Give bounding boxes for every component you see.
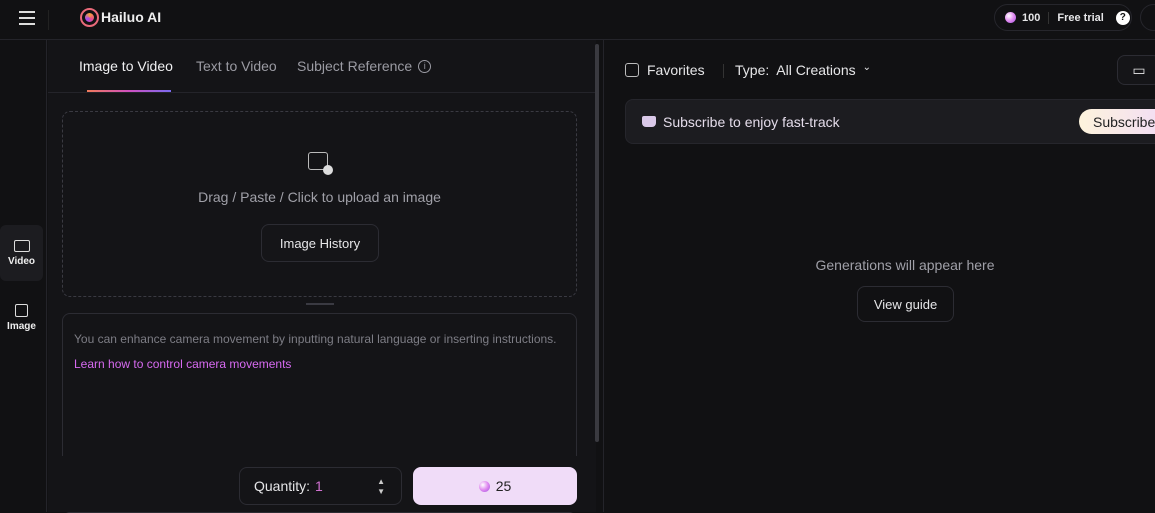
divider xyxy=(723,64,724,78)
rail-item-label: Image xyxy=(7,321,36,332)
quantity-stepper[interactable]: Quantity: 1 ▲ ▼ xyxy=(239,467,402,505)
scrollbar[interactable] xyxy=(595,44,599,442)
layout-toggle-button[interactable]: ▭ xyxy=(1117,55,1155,85)
image-add-icon xyxy=(15,304,28,317)
divider xyxy=(48,10,49,30)
rail-item-label: Video xyxy=(7,255,36,267)
credits-count: 100 xyxy=(1022,11,1041,24)
tab-text-to-video[interactable]: Text to Video xyxy=(196,58,277,74)
logo[interactable]: Hailuo AI xyxy=(80,7,162,27)
quantity-value: 1 xyxy=(315,478,323,494)
resize-handle[interactable] xyxy=(306,303,334,305)
generations-panel: Favorites Type: All Creations ⌄ ▭ Subscr… xyxy=(603,40,1155,512)
chevron-down-icon: ⌄ xyxy=(862,62,872,73)
top-bar: Hailuo AI 100 Free trial ? xyxy=(0,0,1155,40)
generate-button[interactable]: 25 xyxy=(413,467,577,505)
menu-icon[interactable] xyxy=(19,11,35,25)
empty-state-text: Generations will appear here xyxy=(815,257,995,273)
generate-cost: 25 xyxy=(495,478,512,494)
logo-icon xyxy=(80,7,99,27)
side-rail: Video Image xyxy=(0,40,47,512)
credit-gem-icon xyxy=(1005,12,1016,23)
credit-gem-icon xyxy=(478,480,490,492)
info-icon[interactable]: i xyxy=(418,59,432,73)
subscribe-text: Subscribe to enjoy fast-track xyxy=(663,114,840,130)
favorites-label: Favorites xyxy=(647,62,705,78)
subscribe-button[interactable]: Subscribe xyxy=(1079,109,1155,134)
upload-hint: Drag / Paste / Click to upload an image xyxy=(198,189,441,205)
tab-image-to-video[interactable]: Image to Video xyxy=(79,58,173,74)
image-history-button[interactable]: Image History xyxy=(261,224,379,262)
camera-movement-link[interactable]: Learn how to control camera movements xyxy=(74,357,291,371)
prompt-placeholder: You can enhance camera movement by input… xyxy=(74,332,557,346)
type-filter-dropdown[interactable]: Type: All Creations ⌄ xyxy=(735,62,871,78)
image-upload-icon xyxy=(308,152,333,175)
logo-text: Hailuo AI xyxy=(101,9,162,25)
stepper-arrows-icon[interactable]: ▲ ▼ xyxy=(377,477,385,497)
help-icon[interactable]: ? xyxy=(1115,10,1130,25)
checkbox-icon xyxy=(625,63,639,77)
create-panel: Image to Video Text to Video Subject Ref… xyxy=(48,40,596,513)
upload-dropzone[interactable]: Drag / Paste / Click to upload an image … xyxy=(62,111,577,297)
view-guide-button[interactable]: View guide xyxy=(857,286,954,322)
rail-item-video[interactable]: Video xyxy=(0,225,43,281)
book-icon-button[interactable] xyxy=(1140,4,1155,31)
video-add-icon xyxy=(13,239,30,252)
subscribe-banner: Subscribe to enjoy fast-track Subscribe xyxy=(625,99,1155,144)
free-trial-link[interactable]: Free trial xyxy=(1057,12,1103,24)
tab-subject-reference[interactable]: Subject Reference i xyxy=(297,58,432,74)
type-value: All Creations xyxy=(776,62,856,78)
quantity-label: Quantity: xyxy=(254,478,311,494)
crown-basket-icon xyxy=(642,116,656,127)
type-label: Type: xyxy=(735,62,770,78)
tab-label: Subject Reference xyxy=(297,58,413,74)
favorites-checkbox[interactable]: Favorites xyxy=(625,62,705,78)
divider xyxy=(48,92,596,93)
credits-pill[interactable]: 100 Free trial ? xyxy=(994,4,1132,31)
rail-item-image[interactable]: Image xyxy=(0,290,43,346)
